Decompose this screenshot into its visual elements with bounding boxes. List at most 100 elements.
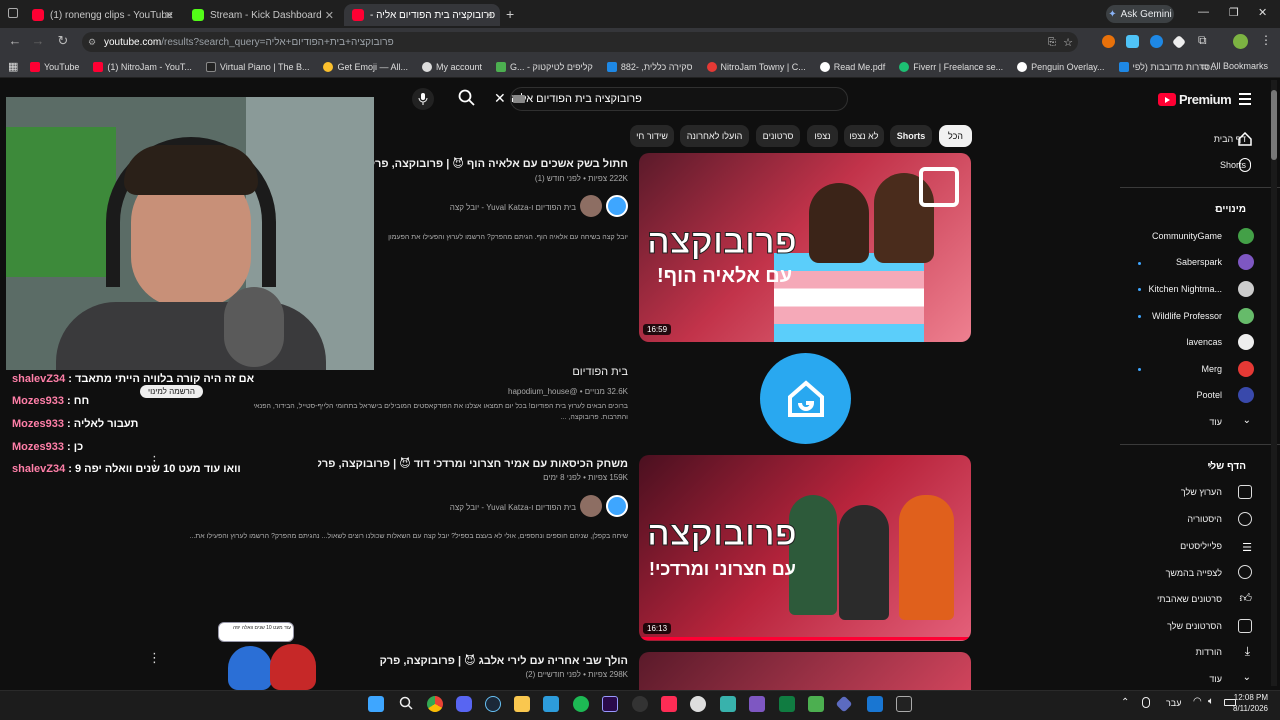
sub-communitygame[interactable]: CommunityGame	[1152, 231, 1222, 241]
keyboard-icon[interactable]	[513, 95, 525, 103]
channel-avatar[interactable]	[1238, 228, 1254, 244]
close-tab-icon[interactable]: ✕	[165, 9, 174, 22]
channel-avatar[interactable]	[580, 495, 602, 517]
steam-icon[interactable]	[485, 696, 501, 712]
channel-avatar[interactable]	[1238, 361, 1254, 377]
tab-search-icon[interactable]	[8, 8, 18, 18]
tab-youtube-clips[interactable]: (1) ronengg clips - YouTube ✕	[24, 4, 180, 26]
sub-merg[interactable]: Merg	[1201, 364, 1222, 374]
sub-saberspark[interactable]: Saberspark	[1176, 257, 1222, 267]
wifi-icon[interactable]: ◠	[1193, 696, 1202, 707]
extension-icon[interactable]	[1102, 35, 1115, 48]
close-tab-icon[interactable]: ✕	[485, 9, 494, 22]
skype-icon[interactable]	[690, 696, 706, 712]
chrome-icon[interactable]	[427, 696, 443, 712]
chip-unwatched[interactable]: לא נצפו	[844, 125, 884, 147]
grid-app-icon[interactable]	[749, 696, 765, 712]
close-tab-icon[interactable]: ✕	[325, 9, 334, 22]
channel-icon[interactable]	[1238, 485, 1252, 499]
thumbs-up-icon[interactable]: 👍︎	[1239, 591, 1252, 606]
sidebar-your-channel[interactable]: הערוץ שלך	[1181, 487, 1222, 497]
ask-gemini-button[interactable]: ✦ Ask Gemini	[1106, 5, 1174, 23]
video-thumbnail[interactable]: פרובוקצה עם אלאיה הוף! 16:59	[639, 153, 971, 342]
extension-icon[interactable]	[1150, 35, 1163, 48]
bookmark-youtube[interactable]: YouTube	[30, 61, 79, 72]
you-heading[interactable]: הדף שלי	[1207, 461, 1246, 472]
history-icon[interactable]	[1238, 512, 1252, 526]
shorts-icon[interactable]	[1239, 158, 1251, 172]
channel-avatar[interactable]	[1238, 334, 1254, 350]
search-input[interactable]: פרובוקציה בית הפודיום אליה	[510, 87, 848, 111]
close-window-icon[interactable]: ✕	[1258, 6, 1267, 19]
volume-icon[interactable]: 🔈︎	[1208, 696, 1214, 707]
sub-kitchen-nightmares[interactable]: Kitchen Nightma...	[1148, 284, 1222, 294]
language-indicator[interactable]: עבר	[1166, 698, 1181, 708]
youtube-logo[interactable]: Premium	[1158, 92, 1232, 107]
chevron-down-icon[interactable]: ⌄	[1243, 672, 1251, 683]
channel-avatar[interactable]	[580, 195, 602, 217]
bookmark-nitrojam[interactable]: (1) NitroJam - YouT...	[93, 61, 192, 72]
chip-shorts[interactable]: Shorts	[890, 125, 932, 147]
clock-icon[interactable]	[1238, 565, 1252, 579]
all-bookmarks-button[interactable]: ▭ All Bookmarks	[1200, 61, 1268, 72]
address-bar[interactable]: ⚙ youtube.com /results?search_query=פרוב…	[82, 32, 1078, 52]
download-icon[interactable]: ⤓	[1245, 644, 1250, 659]
more-options-icon[interactable]: ⋮	[148, 650, 161, 666]
back-icon[interactable]: ←	[6, 33, 24, 48]
chip-all[interactable]: הכל	[939, 125, 972, 147]
search-icon[interactable]	[458, 89, 476, 112]
channel-avatar[interactable]	[1238, 281, 1254, 297]
sidebar-watch-later[interactable]: לצפייה בהמשך	[1166, 568, 1222, 578]
bookmark-readme[interactable]: Read Me.pdf	[819, 61, 885, 72]
scrollbar[interactable]	[1271, 80, 1277, 686]
bookmark-star-icon[interactable]: ☆	[1063, 36, 1073, 49]
obs-icon[interactable]	[632, 696, 648, 712]
channel-avatar[interactable]	[1238, 308, 1254, 324]
playlists-icon[interactable]: ☰	[1242, 541, 1252, 554]
clear-search-icon[interactable]: ✕	[494, 90, 506, 107]
channel-avatar[interactable]	[606, 495, 628, 517]
photos-icon[interactable]	[543, 696, 559, 712]
discord-icon[interactable]	[456, 696, 472, 712]
sidebar-playlists[interactable]: פלייליסטים	[1180, 541, 1222, 551]
minimize-icon[interactable]: —	[1198, 6, 1209, 18]
extension-icon[interactable]	[1126, 35, 1139, 48]
file-explorer-icon[interactable]	[514, 696, 530, 712]
video-title[interactable]: משחק הכיסאות עם אמיר חצרוני ומרדכי דוד 😈…	[318, 457, 628, 470]
spotify-icon[interactable]	[573, 696, 589, 712]
sub-wildlife-professor[interactable]: Wildlife Professor	[1152, 311, 1222, 321]
start-icon[interactable]	[368, 696, 384, 712]
scrollbar-thumb[interactable]	[1271, 90, 1277, 160]
site-info-icon[interactable]: ⚙	[88, 37, 96, 48]
install-icon[interactable]: ⎘	[1048, 37, 1056, 48]
forward-icon[interactable]: →	[29, 33, 47, 48]
taskbar-search-icon[interactable]	[399, 696, 413, 715]
channel-name[interactable]: בית הפודיום ו-Yuval Katza - יובל קצה	[400, 503, 576, 512]
sidebar-your-videos[interactable]: הסרטונים שלך	[1167, 621, 1222, 631]
tray-chevron-up-icon[interactable]: ⌃	[1121, 697, 1129, 708]
hamburger-menu-icon[interactable]	[1239, 93, 1251, 105]
bookmark-virtual-piano[interactable]: Virtual Piano | The B...	[205, 61, 309, 72]
tab-youtube-search[interactable]: פרובוקציה בית הפודיום אליה - ✕	[344, 4, 500, 26]
chip-watched[interactable]: נצפו	[807, 125, 838, 147]
bookmark-nitrojam-towny[interactable]: NitroJam Towny | C...	[706, 61, 806, 72]
chevron-down-icon[interactable]: ⌄	[1243, 415, 1251, 426]
extensions-puzzle-icon[interactable]: ⧉	[1198, 33, 1207, 48]
video-thumbnail[interactable]	[639, 652, 971, 690]
4k-downloader-icon[interactable]	[867, 696, 883, 712]
home-icon[interactable]	[1238, 131, 1252, 151]
sidebar-liked-videos[interactable]: סרטונים שאהבתי	[1157, 594, 1222, 604]
reload-icon[interactable]: ↻	[54, 33, 72, 49]
video-title[interactable]: הולך שבי אחריה עם לירי אלבג 😈 | פרובוקצה…	[378, 654, 628, 667]
bookmark-overview[interactable]: 882- ,סקירה כללית	[606, 61, 693, 72]
bookmark-tiktok-clips[interactable]: G... - קליפים לטיקטוק	[496, 61, 593, 72]
audio-app-icon[interactable]	[720, 696, 736, 712]
excel-icon[interactable]	[779, 696, 795, 712]
channel-avatar[interactable]	[606, 195, 628, 217]
minecraft-icon[interactable]	[808, 696, 824, 712]
sidebar-more[interactable]: עוד	[1209, 417, 1222, 427]
channel-avatar[interactable]	[1238, 387, 1254, 403]
tiktok-icon[interactable]	[661, 696, 677, 712]
channel-logo[interactable]	[760, 353, 851, 444]
tab-kick-dashboard[interactable]: Stream - Kick Dashboard ✕	[184, 4, 340, 26]
